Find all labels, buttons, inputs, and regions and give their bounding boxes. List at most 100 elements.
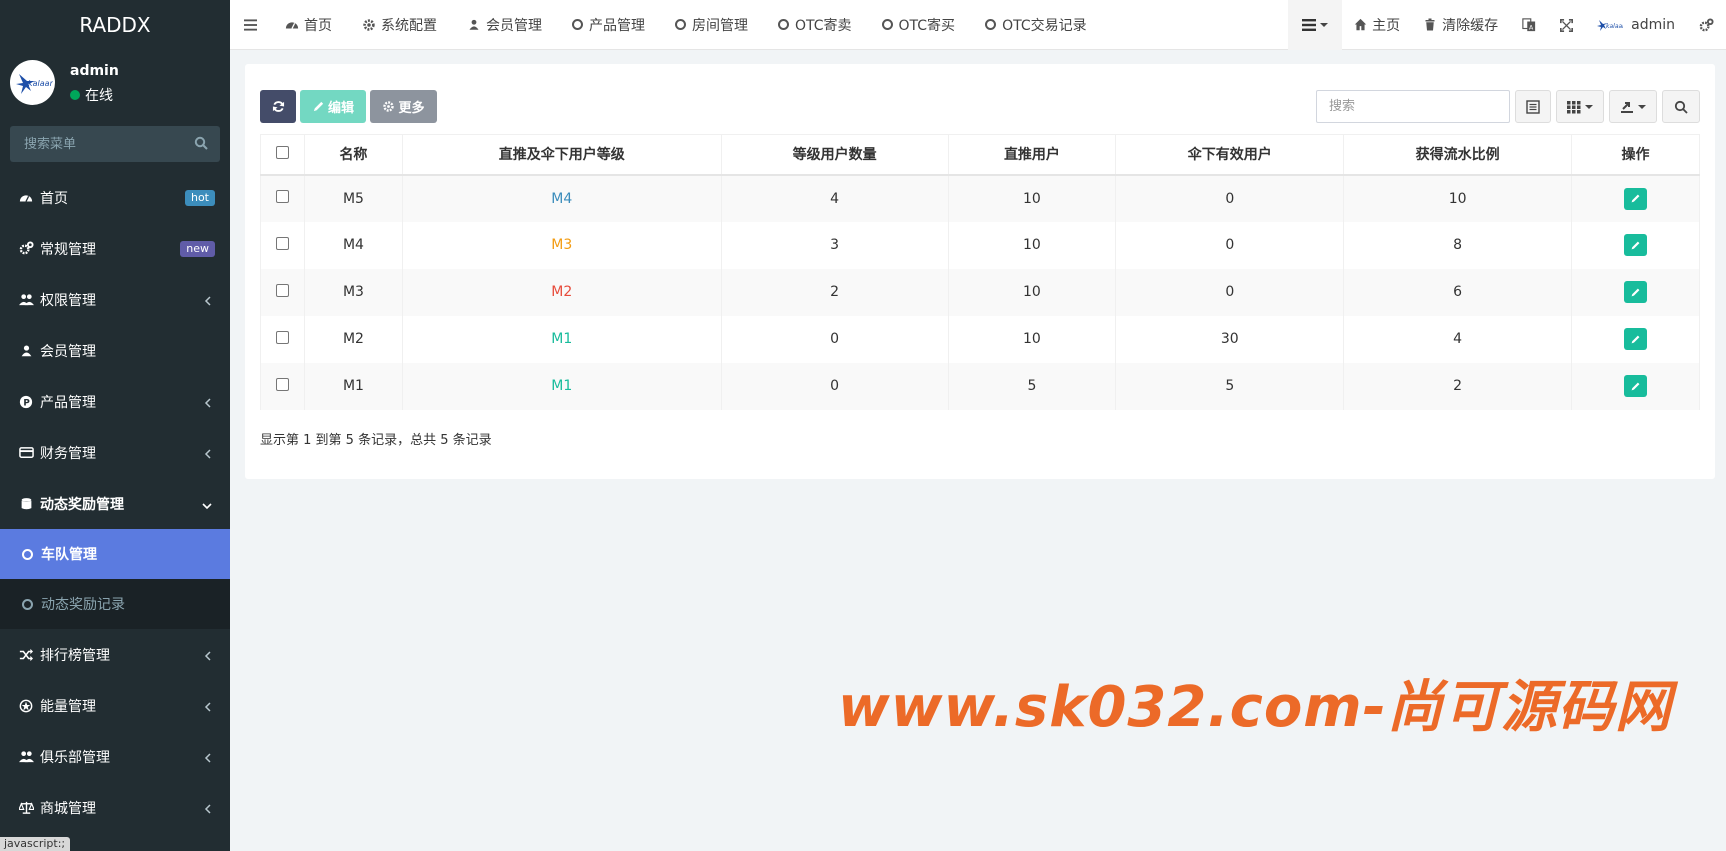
- more-menu-dropdown[interactable]: [1288, 0, 1343, 50]
- sidebar-item-mall[interactable]: 商城管理: [0, 782, 230, 833]
- topnav-label: 房间管理: [692, 17, 748, 34]
- row-select-cell: [260, 174, 305, 222]
- topnav-members[interactable]: 会员管理: [452, 0, 557, 50]
- refresh-button[interactable]: [260, 90, 296, 123]
- row-edit-button[interactable]: [1624, 234, 1648, 256]
- more-button[interactable]: 更多: [370, 90, 437, 123]
- row-edit-button[interactable]: [1624, 187, 1648, 210]
- cell-name: M1: [303, 362, 403, 410]
- row-checkbox[interactable]: [275, 330, 289, 344]
- sidebar-subitem-reward-records[interactable]: 动态奖励记录: [0, 579, 230, 629]
- sidebar-toggle-button[interactable]: [230, 0, 270, 50]
- select-all-checkbox[interactable]: [275, 145, 289, 159]
- export-dropdown-button[interactable]: [1609, 90, 1657, 123]
- topnav-label: OTC寄买: [898, 17, 956, 34]
- row-checkbox[interactable]: [275, 283, 289, 297]
- cell-ratio: 10: [1343, 174, 1573, 222]
- topnav-system-config[interactable]: 系统配置: [347, 0, 452, 50]
- edit-button[interactable]: 编辑: [300, 90, 366, 123]
- table-tools: [1316, 90, 1700, 123]
- balance-scale-icon: [18, 800, 34, 816]
- sidebar-item-members[interactable]: 会员管理: [0, 325, 230, 376]
- app-logo[interactable]: RADDX: [0, 0, 230, 50]
- topnav-home[interactable]: 首页: [270, 0, 347, 50]
- sidebar-item-label: 产品管理: [40, 394, 96, 411]
- settings-button[interactable]: [1687, 0, 1726, 50]
- home-link[interactable]: 主页: [1342, 0, 1412, 50]
- advanced-search-button[interactable]: [1662, 90, 1700, 123]
- topnav-otc-buy[interactable]: OTC寄买: [867, 0, 971, 50]
- sidebar-item-general[interactable]: 常规管理 new: [0, 223, 230, 274]
- columns-dropdown-button[interactable]: [1556, 90, 1604, 123]
- table-row: M2 M1 0 10 30 4: [260, 315, 1700, 363]
- energy-icon: [18, 698, 34, 714]
- clear-cache-button[interactable]: 清除缓存: [1412, 0, 1510, 50]
- chevron-left-icon: [204, 651, 211, 661]
- sidebar-item-dynamic-rewards[interactable]: 动态奖励管理: [0, 478, 230, 529]
- edit-button-label: 编辑: [328, 101, 355, 116]
- topnav-rooms[interactable]: 房间管理: [660, 0, 763, 50]
- cell-operate: [1571, 362, 1700, 410]
- row-edit-button[interactable]: [1624, 375, 1648, 397]
- cell-name: M2: [303, 315, 403, 363]
- user-icon: [467, 18, 481, 32]
- topnav-products[interactable]: 产品管理: [557, 0, 660, 50]
- topnav-otc-records[interactable]: OTC交易记录: [970, 0, 1102, 50]
- toggle-card-view-button[interactable]: [1515, 90, 1551, 123]
- column-header[interactable]: 直推用户: [947, 134, 1117, 176]
- table-search-input[interactable]: [1316, 90, 1510, 123]
- topnav-label: 系统配置: [381, 17, 437, 34]
- topnav-label: 首页: [304, 17, 332, 34]
- table-row: M5 M4 4 10 0 10: [260, 174, 1700, 222]
- topnav-otc-sell[interactable]: OTC寄卖: [763, 0, 867, 50]
- dynamic-rewards-submenu: 车队管理 动态奖励记录: [0, 529, 230, 629]
- group-icon: [18, 749, 34, 765]
- row-checkbox[interactable]: [275, 190, 289, 203]
- cell-level[interactable]: M3: [401, 221, 722, 269]
- caret-down-icon: [1638, 104, 1646, 109]
- row-edit-button[interactable]: [1624, 281, 1648, 303]
- column-header[interactable]: 等级用户数量: [720, 134, 949, 176]
- sidebar-item-energy[interactable]: 能量管理: [0, 680, 230, 731]
- search-icon[interactable]: [194, 136, 208, 150]
- sidebar-item-ranking[interactable]: 排行榜管理: [0, 629, 230, 680]
- row-checkbox[interactable]: [275, 236, 289, 250]
- chevron-left-icon: [204, 804, 211, 814]
- cell-level[interactable]: M2: [401, 268, 722, 316]
- row-select-cell: [260, 221, 305, 269]
- circle-icon: [778, 19, 789, 30]
- cell-effective: 5: [1115, 362, 1345, 410]
- row-edit-button[interactable]: [1624, 328, 1648, 350]
- column-header[interactable]: 伞下有效用户: [1115, 134, 1345, 176]
- cell-name: M5: [303, 174, 403, 222]
- translate-button[interactable]: A: [1510, 0, 1548, 50]
- column-header[interactable]: 获得流水比例: [1343, 134, 1573, 176]
- group-icon: [18, 292, 34, 308]
- cell-effective: 0: [1115, 221, 1345, 269]
- pencil-icon: [313, 101, 324, 112]
- sidebar-item-club[interactable]: 俱乐部管理: [0, 731, 230, 782]
- admin-user-menu[interactable]: kalaari admin: [1585, 0, 1687, 50]
- fullscreen-button[interactable]: [1548, 0, 1585, 50]
- sidebar-item-label: 权限管理: [40, 292, 96, 309]
- sidebar-menu-lower: 排行榜管理 能量管理 俱乐部管理 商城管理: [0, 629, 230, 833]
- row-select-cell: [260, 268, 305, 316]
- top-navbar: 首页 系统配置 会员管理 产品管理 房间管理 OTC寄卖 OTC寄买 OTC交易…: [230, 0, 1726, 50]
- cell-name: M3: [303, 268, 403, 316]
- content-panel: 编辑 更多 名称 直推及伞下用户等: [245, 64, 1715, 479]
- sidebar-subitem-label: 车队管理: [41, 547, 97, 563]
- sidebar-search-input[interactable]: [10, 126, 220, 162]
- sidebar-item-products[interactable]: P 产品管理: [0, 376, 230, 427]
- cell-level[interactable]: M4: [401, 174, 722, 222]
- sidebar-item-finance[interactable]: 财务管理: [0, 427, 230, 478]
- sidebar-item-home[interactable]: 首页 hot: [0, 172, 230, 223]
- cell-level[interactable]: M1: [401, 362, 722, 410]
- sidebar-item-label: 俱乐部管理: [40, 749, 110, 766]
- row-checkbox[interactable]: [275, 377, 289, 391]
- sidebar-item-permissions[interactable]: 权限管理: [0, 274, 230, 325]
- column-header[interactable]: 名称: [303, 134, 403, 176]
- sidebar-subitem-fleet[interactable]: 车队管理: [0, 529, 230, 579]
- user-icon: [18, 343, 34, 359]
- cell-level[interactable]: M1: [401, 315, 722, 363]
- column-header[interactable]: 直推及伞下用户等级: [401, 134, 722, 176]
